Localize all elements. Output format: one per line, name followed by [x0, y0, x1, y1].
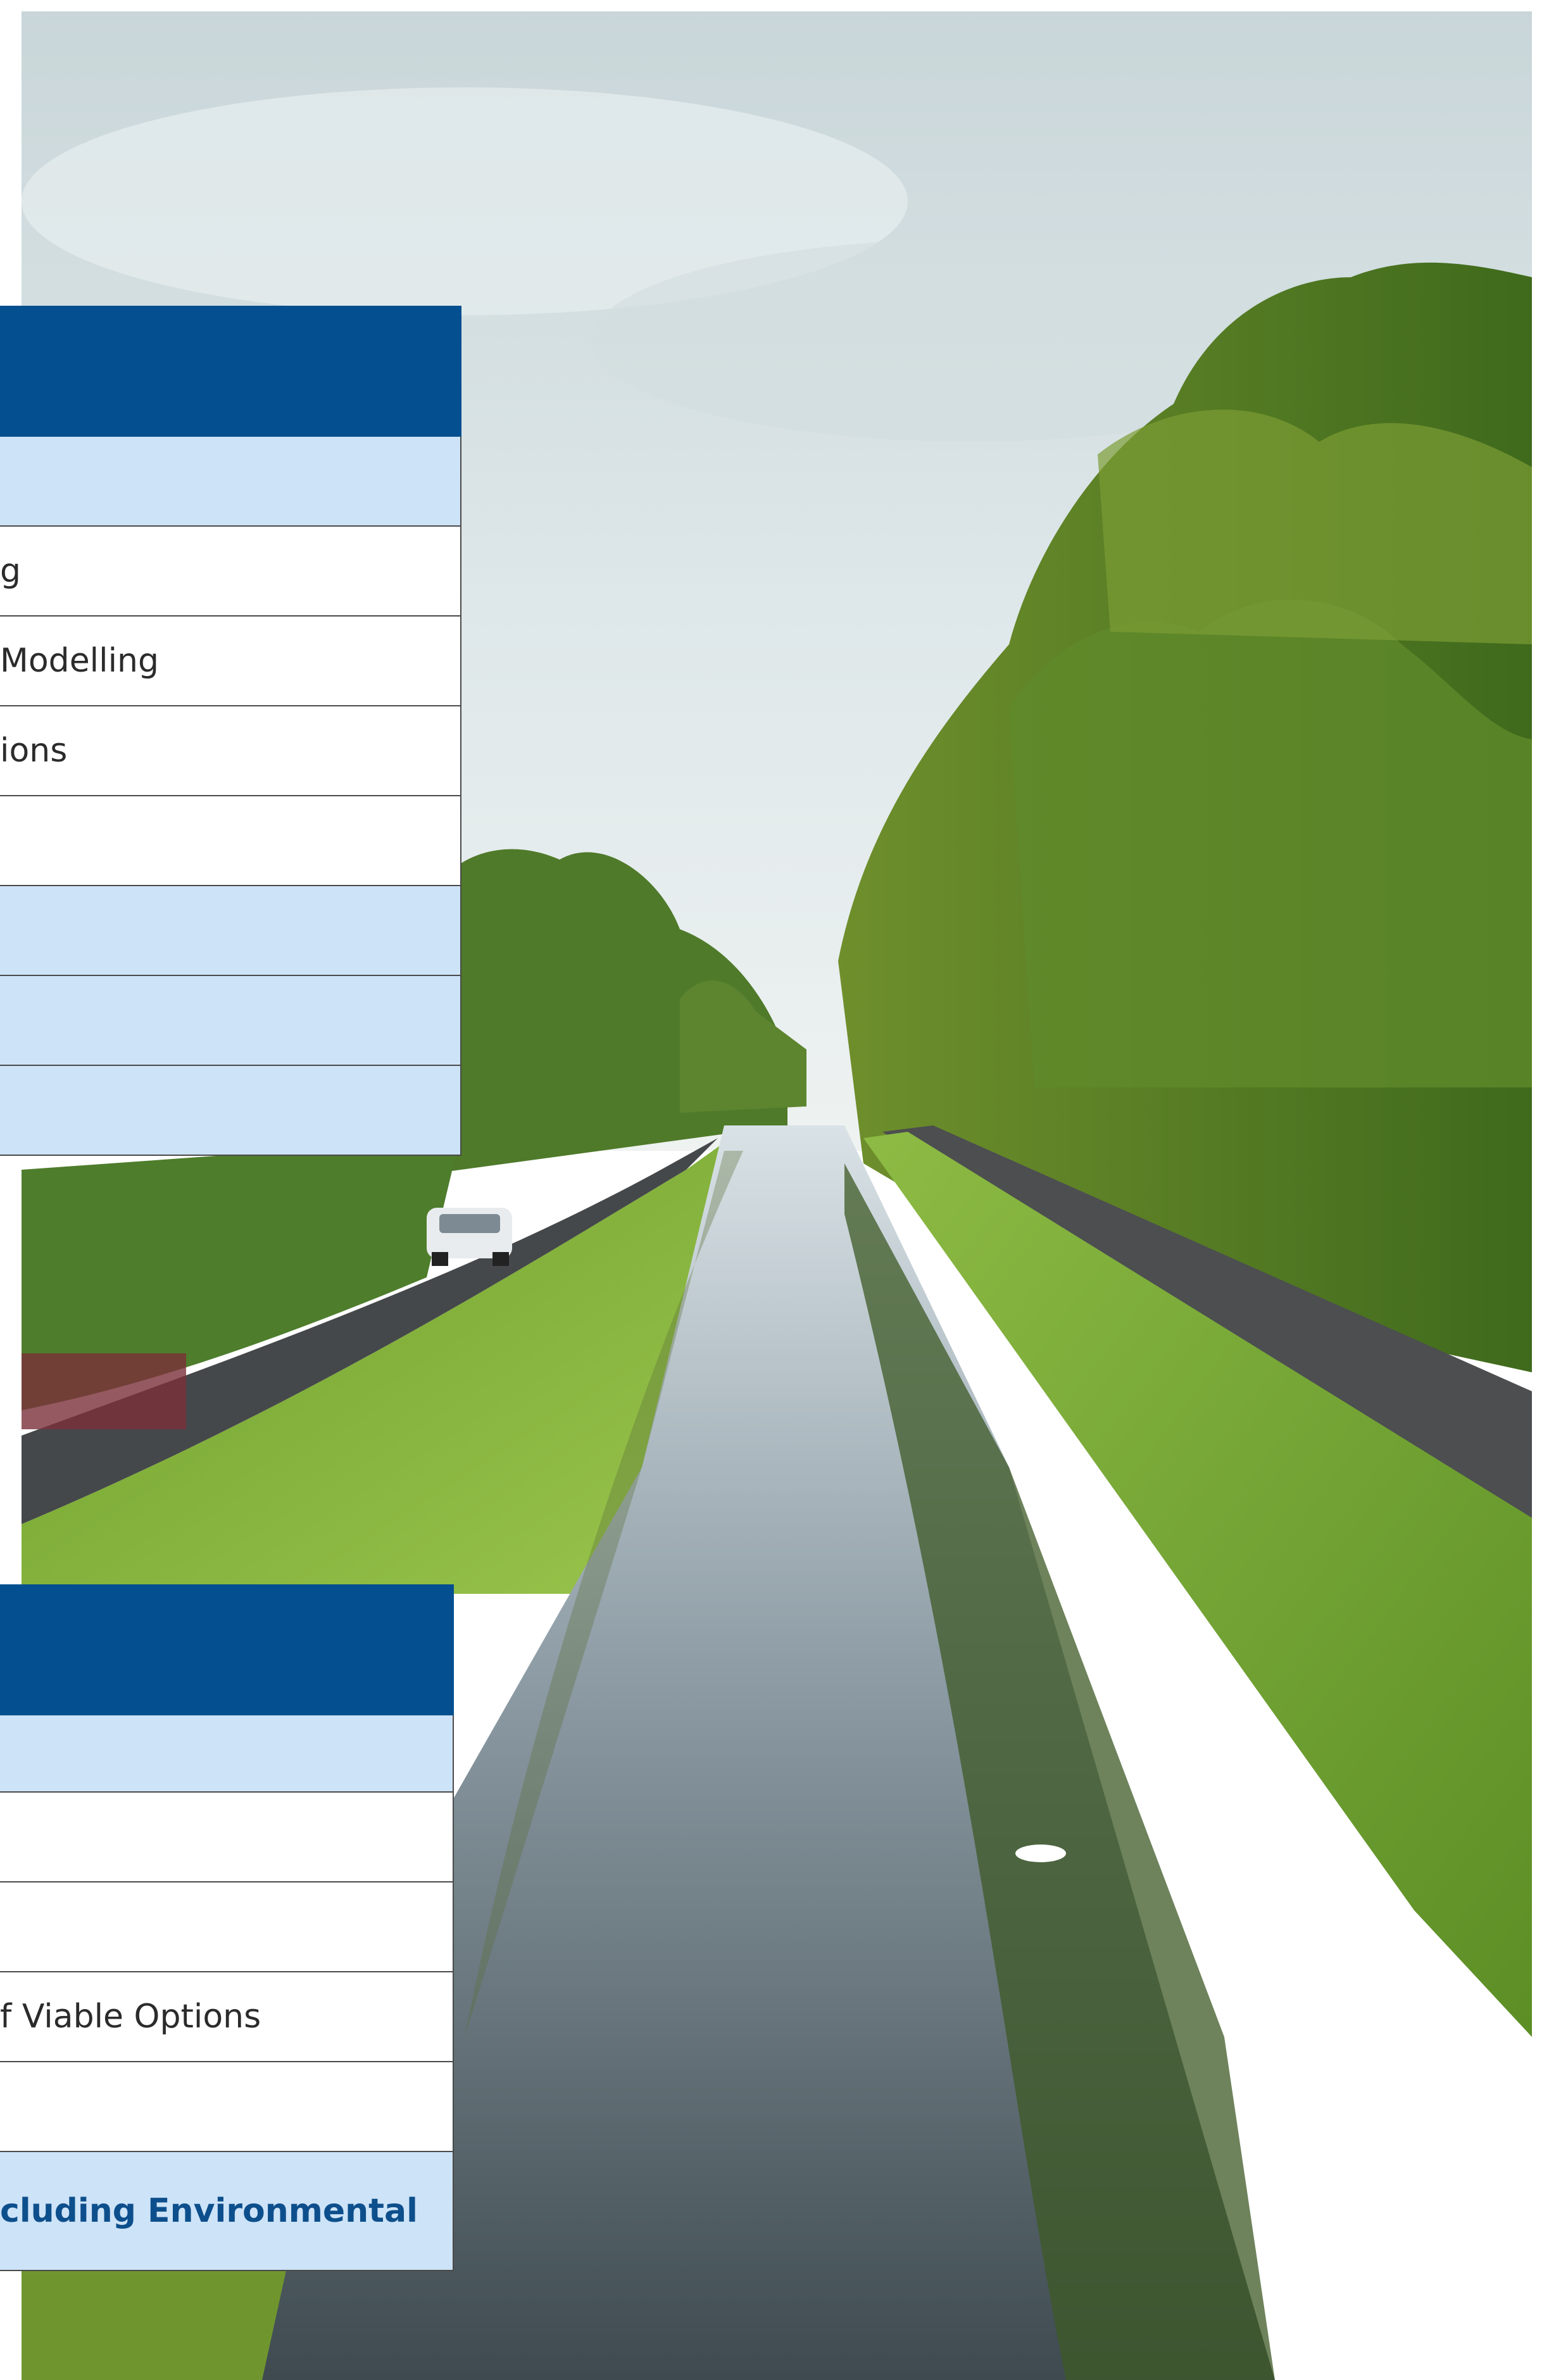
table-subheader	[0, 437, 461, 527]
table-row	[0, 886, 461, 976]
table-header	[0, 1584, 454, 1715]
table-row	[0, 796, 461, 886]
table-row	[0, 1882, 454, 1972]
table-row	[0, 1066, 461, 1156]
process-table-bottom: f Viable Options cluding Environmental	[0, 1584, 454, 2271]
table-row	[0, 976, 461, 1066]
row-label: f Viable Options	[0, 1998, 261, 2036]
table-row: g	[0, 527, 461, 617]
table-header	[0, 306, 461, 437]
table-row	[0, 2062, 454, 2152]
table-row: f Viable Options	[0, 1972, 454, 2062]
process-table-top: g Modelling ions	[0, 306, 461, 1156]
table-row: Modelling	[0, 617, 461, 706]
table-row: ions	[0, 706, 461, 796]
table-row	[0, 1793, 454, 1882]
table-row-highlight: cluding Environmental	[0, 2152, 454, 2271]
row-label: Modelling	[0, 642, 159, 680]
row-label: cluding Environmental	[0, 2192, 418, 2230]
car-icon	[427, 1208, 512, 1266]
row-label: g	[0, 552, 22, 590]
table-subheader	[0, 1715, 454, 1793]
row-label: ions	[0, 732, 68, 770]
